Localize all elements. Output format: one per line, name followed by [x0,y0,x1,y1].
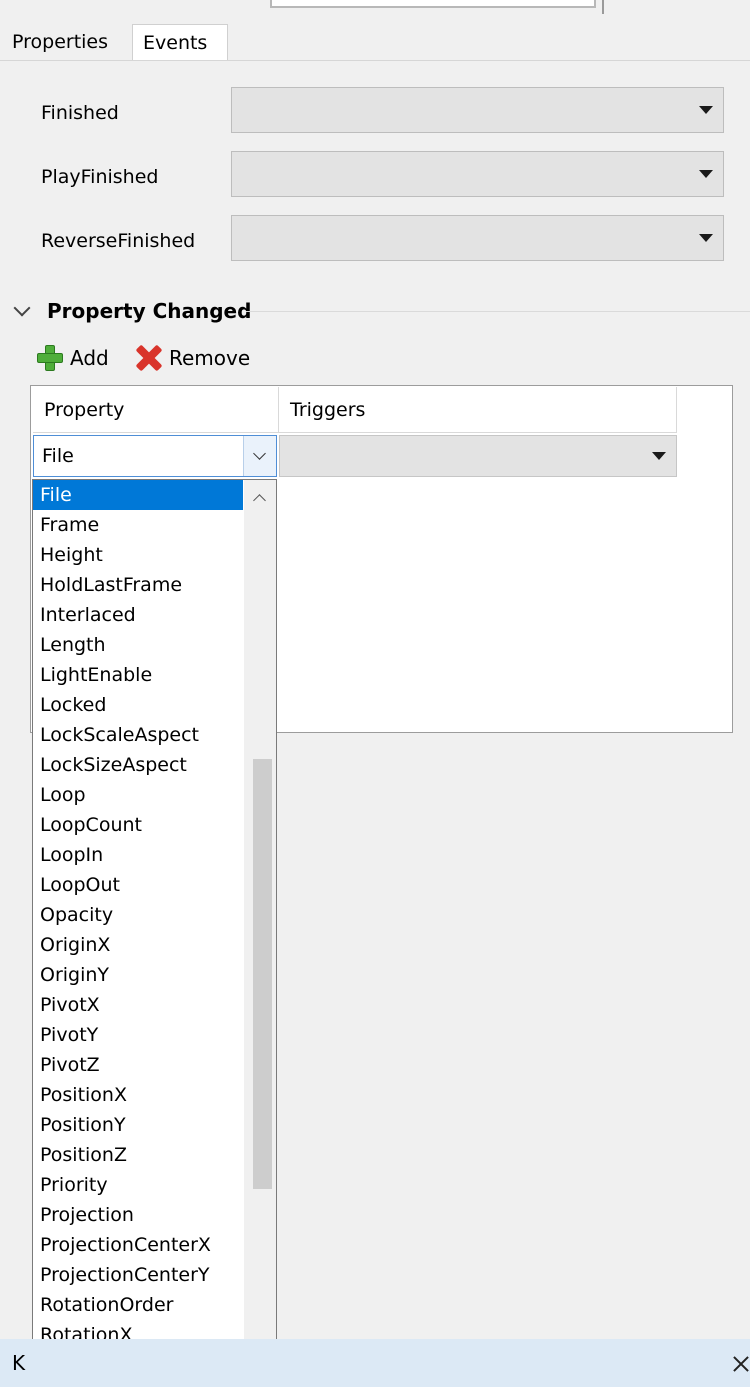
dropdown-item[interactable]: PositionX [33,1080,243,1110]
dropdown-item[interactable]: Frame [33,510,243,540]
dropdown-item[interactable]: PivotZ [33,1050,243,1080]
dropdown-item[interactable]: Priority [33,1170,243,1200]
dropdown-item[interactable]: PositionZ [33,1140,243,1170]
dropdown-item[interactable]: File [33,480,243,510]
reversefinished-combo[interactable] [231,215,724,261]
property-combo-button[interactable] [243,436,276,476]
close-icon[interactable] [731,1354,750,1374]
splitter-handle[interactable] [602,0,604,14]
dropdown-item[interactable]: OriginY [33,960,243,990]
playfinished-combo[interactable] [231,151,724,197]
dropdown-arrow-icon[interactable] [699,234,713,242]
scrollbar-thumb[interactable] [253,759,272,1189]
top-input-field[interactable] [270,0,596,8]
column-header-triggers[interactable]: Triggers [279,387,677,433]
remove-button[interactable]: Remove [133,341,250,375]
dropdown-item[interactable]: LoopIn [33,840,243,870]
dropdown-scrollbar[interactable] [244,480,276,1381]
dropdown-item[interactable]: Opacity [33,900,243,930]
bottom-panel-header [0,1339,750,1387]
event-label-finished: Finished [41,102,119,124]
dropdown-items: File Frame Height HoldLastFrame Interlaced Le… [33,480,243,1380]
section-title[interactable]: Property Changed [47,293,251,329]
dropdown-item[interactable]: RotationOrder [33,1290,243,1320]
dropdown-item[interactable]: LockSizeAspect [33,750,243,780]
scroll-up-icon[interactable] [253,494,266,507]
dropdown-item[interactable]: OriginX [33,930,243,960]
collapse-chevron-icon[interactable] [13,299,31,317]
remove-label: Remove [169,346,251,370]
dropdown-item[interactable]: Height [33,540,243,570]
dropdown-item[interactable]: LoopOut [33,870,243,900]
event-label-playfinished: PlayFinished [41,166,159,188]
dropdown-item[interactable]: LockScaleAspect [33,720,243,750]
dropdown-arrow-icon[interactable] [652,452,666,460]
dropdown-item[interactable]: Projection [33,1200,243,1230]
tab-events[interactable]: Events [132,24,228,60]
dropdown-item[interactable]: Locked [33,690,243,720]
remove-x-icon [133,343,163,373]
property-dropdown-list[interactable]: File Frame Height HoldLastFrame Interlaced Le… [32,479,277,1382]
property-combo[interactable]: File [33,435,277,477]
dropdown-item[interactable]: LightEnable [33,660,243,690]
dropdown-item[interactable]: Length [33,630,243,660]
triggers-combo[interactable] [279,435,677,477]
chevron-down-icon [253,447,266,460]
dropdown-item[interactable]: Interlaced [33,600,243,630]
dropdown-item[interactable]: ProjectionCenterY [33,1260,243,1290]
dropdown-item[interactable]: Loop [33,780,243,810]
dropdown-item[interactable]: PivotX [33,990,243,1020]
finished-combo[interactable] [231,87,724,133]
dropdown-item[interactable]: PivotY [33,1020,243,1050]
event-label-reversefinished: ReverseFinished [41,230,196,252]
section-divider [246,311,750,312]
dropdown-item[interactable]: HoldLastFrame [33,570,243,600]
add-button[interactable]: Add [36,341,109,375]
dropdown-item[interactable]: PositionY [33,1110,243,1140]
tab-properties[interactable]: Properties [0,24,130,60]
property-combo-value: File [42,445,74,467]
add-label: Add [70,346,109,370]
dropdown-arrow-icon[interactable] [699,170,713,178]
dropdown-arrow-icon[interactable] [699,106,713,114]
plus-icon [36,344,64,372]
bottom-panel-title: K [12,1351,26,1375]
column-header-property[interactable]: Property [33,387,279,433]
dropdown-item[interactable]: ProjectionCenterX [33,1230,243,1260]
dropdown-item[interactable]: LoopCount [33,810,243,840]
tab-divider [0,60,750,61]
